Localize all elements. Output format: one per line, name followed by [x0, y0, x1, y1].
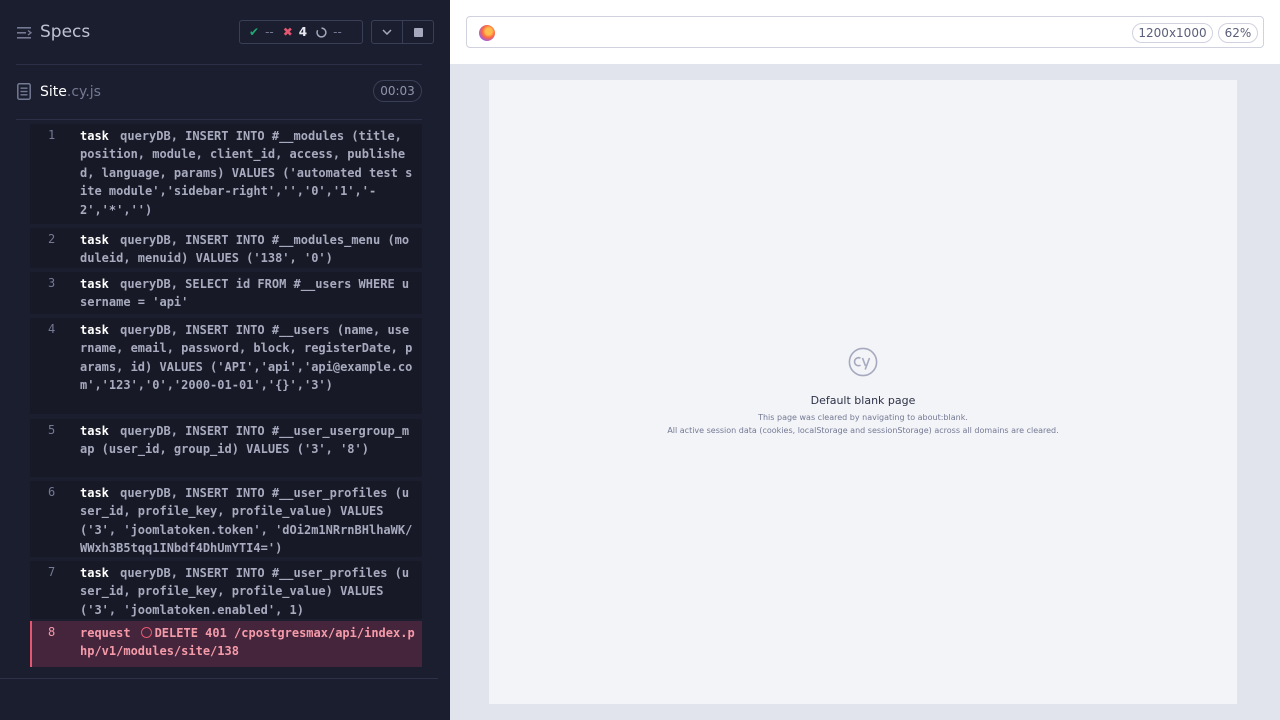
command-row[interactable]: 6 task queryDB, INSERT INTO #__user_prof…	[30, 481, 422, 557]
duration-badge: 00:03	[373, 80, 422, 102]
spec-file-name[interactable]: Site.cy.js	[40, 84, 101, 100]
menu-icon[interactable]	[17, 27, 33, 39]
cypress-logo-icon	[848, 347, 878, 377]
command-name: task	[80, 424, 109, 438]
stop-button[interactable]	[402, 21, 433, 43]
blank-page-line1: This page was cleared by navigating to a…	[758, 413, 968, 422]
firefox-icon[interactable]	[479, 25, 495, 41]
command-message: queryDB, INSERT INTO #__users (name, use…	[80, 323, 413, 393]
stop-icon	[413, 27, 423, 37]
command-row[interactable]: 3 task queryDB, SELECT id FROM #__users …	[30, 272, 422, 314]
command-name: task	[80, 129, 109, 143]
aut-iframe: Default blank page This page was cleared…	[489, 80, 1237, 704]
command-message: queryDB, INSERT INTO #__modules_menu (mo…	[80, 233, 410, 266]
command-name: task	[80, 233, 109, 247]
app-under-test-panel: 1200x1000 62% Default blank page This pa…	[450, 0, 1280, 720]
check-icon: ✔	[249, 25, 260, 39]
command-number: 3	[48, 276, 56, 290]
blank-page-title: Default blank page	[810, 394, 916, 407]
passed-count: ✔ --	[249, 25, 274, 39]
failed-count: ✖ 4	[282, 25, 308, 39]
command-row[interactable]: 2 task queryDB, INSERT INTO #__modules_m…	[30, 228, 422, 268]
reporter-header: Specs ✔ -- ✖ 4 --	[0, 0, 438, 64]
blank-page-line2: All active session data (cookies, localS…	[667, 426, 1059, 435]
command-log-panel: Specs ✔ -- ✖ 4 -- Site.cy.js 00:03 1 tas…	[0, 0, 438, 720]
command-name: task	[80, 566, 109, 580]
command-number: 7	[48, 565, 56, 579]
pending-spinner-icon	[316, 26, 327, 38]
run-controls	[371, 20, 434, 44]
command-message: queryDB, SELECT id FROM #__users WHERE u…	[80, 277, 410, 310]
aut-header: 1200x1000 62%	[450, 0, 1280, 64]
url-bar[interactable]: 1200x1000 62%	[466, 16, 1264, 48]
viewport-size-badge[interactable]: 1200x1000	[1132, 23, 1213, 43]
command-number: 4	[48, 322, 56, 336]
command-name: task	[80, 323, 109, 337]
pending-count: --	[316, 25, 342, 39]
expand-button[interactable]	[372, 21, 402, 43]
command-message: queryDB, INSERT INTO #__user_usergroup_m…	[80, 424, 410, 457]
command-row[interactable]: 7 task queryDB, INSERT INTO #__user_prof…	[30, 561, 422, 619]
divider	[16, 64, 422, 65]
command-name: task	[80, 277, 109, 291]
divider	[0, 678, 438, 679]
document-icon	[17, 83, 31, 100]
command-row[interactable]: 1 task queryDB, INSERT INTO #__modules (…	[30, 124, 422, 224]
zoom-level-badge[interactable]: 62%	[1218, 23, 1258, 43]
command-message: queryDB, INSERT INTO #__modules (title, …	[80, 129, 413, 217]
command-message: queryDB, INSERT INTO #__user_profiles (u…	[80, 566, 410, 617]
command-row[interactable]: 5 task queryDB, INSERT INTO #__user_user…	[30, 419, 422, 477]
command-message: queryDB, INSERT INTO #__user_profiles (u…	[80, 486, 413, 556]
divider	[16, 119, 422, 120]
test-stats: ✔ -- ✖ 4 --	[239, 20, 363, 44]
error-status-icon	[140, 627, 152, 638]
chevron-down-icon	[382, 29, 392, 35]
x-icon: ✖	[282, 25, 293, 39]
command-number: 5	[48, 423, 56, 437]
command-number: 8	[48, 625, 56, 639]
specs-title[interactable]: Specs	[40, 22, 90, 42]
command-number: 1	[48, 128, 56, 142]
command-name: task	[80, 486, 109, 500]
command-name: request	[80, 626, 131, 640]
command-row-error[interactable]: 8 request DELETE 401 /cpostgresmax/api/in…	[30, 621, 422, 667]
spec-file-row: Site.cy.js 00:03	[0, 72, 438, 112]
command-number: 2	[48, 232, 56, 246]
command-row[interactable]: 4 task queryDB, INSERT INTO #__users (na…	[30, 318, 422, 414]
command-number: 6	[48, 485, 56, 499]
